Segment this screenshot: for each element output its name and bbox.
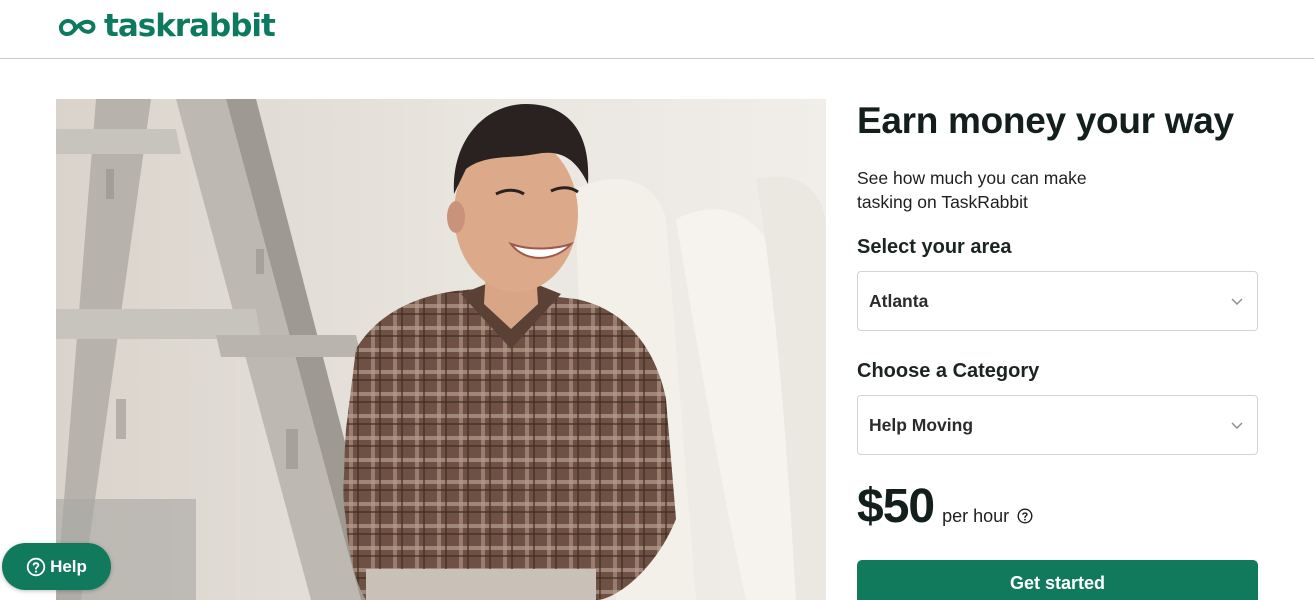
page-subtitle: See how much you can make tasking on Tas… [857, 168, 1087, 212]
area-label: Select your area [857, 236, 1012, 258]
question-circle-icon[interactable] [1017, 508, 1033, 524]
earnings-panel: Earn money your way See how much you can… [857, 99, 1258, 600]
page-title: Earn money your way [857, 100, 1234, 141]
area-select[interactable]: Atlanta [857, 271, 1258, 331]
category-select-value: Help Moving [869, 414, 974, 435]
help-label: Help [50, 556, 87, 576]
hero-photo [56, 99, 826, 600]
site-header: taskrabbit [0, 0, 1314, 59]
taskrabbit-logo-icon [58, 18, 96, 37]
help-button[interactable]: Help [2, 543, 111, 590]
rate-unit: per hour [942, 506, 1010, 526]
question-circle-icon [26, 557, 46, 576]
taskrabbit-logo[interactable]: taskrabbit [57, 8, 276, 44]
category-select[interactable]: Help Moving [857, 395, 1258, 455]
chevron-down-icon [1231, 422, 1243, 429]
get-started-button[interactable]: Get started [857, 560, 1258, 600]
chevron-down-icon [1231, 298, 1243, 305]
hourly-rate: $50 per hour [857, 479, 1033, 535]
area-select-value: Atlanta [869, 290, 929, 311]
category-label: Choose a Category [857, 360, 1040, 382]
brand-wordmark: taskrabbit [104, 8, 276, 44]
rate-amount: $50 [857, 480, 935, 533]
